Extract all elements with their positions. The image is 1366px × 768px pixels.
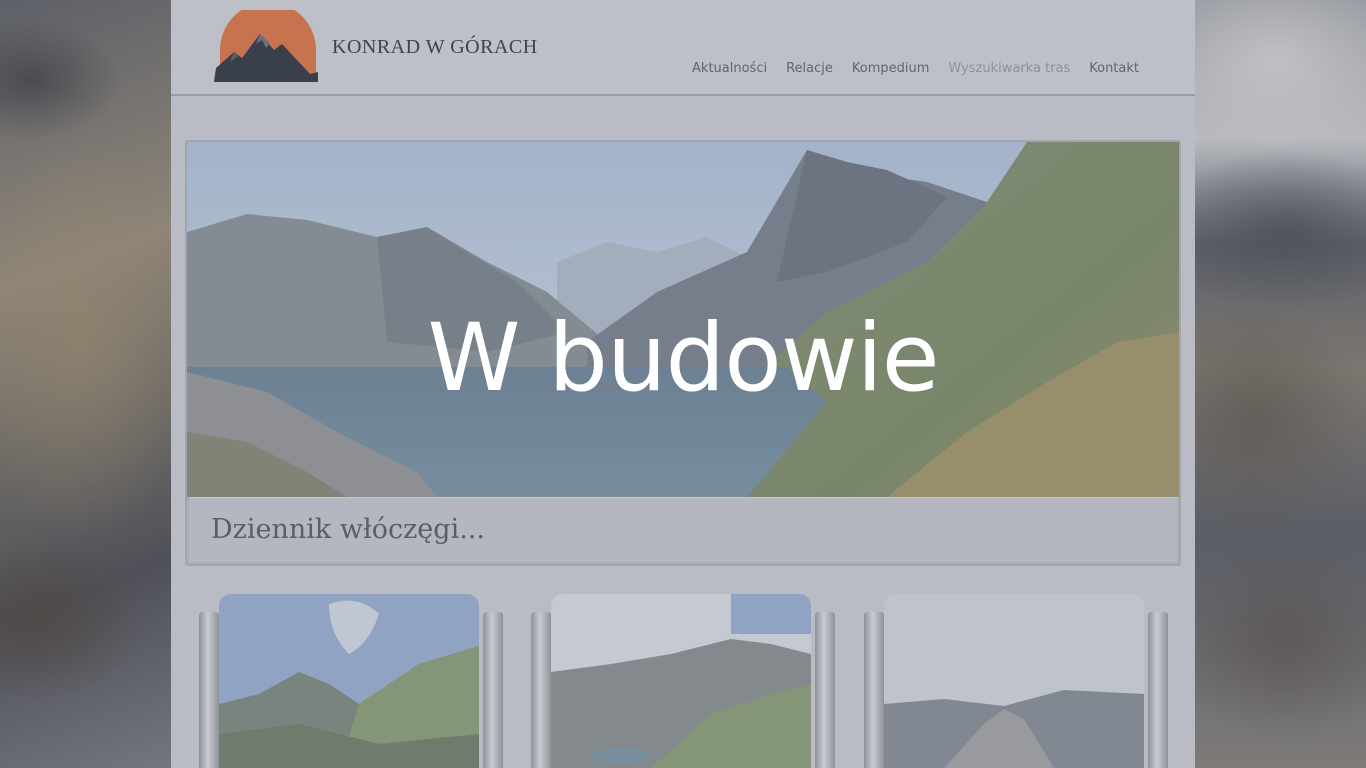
hero-subtitle: Dziennik włóczęgi... xyxy=(211,514,485,545)
nav-item-relacje[interactable]: Relacje xyxy=(786,61,833,76)
site-logo-icon[interactable] xyxy=(212,10,320,82)
card-thumbnail-2[interactable] xyxy=(551,594,811,768)
hero-heading: W budowie xyxy=(427,304,939,413)
nav-item-aktualnosci[interactable]: Aktualności xyxy=(692,61,767,76)
trip-card-3[interactable] xyxy=(864,594,1168,768)
card-frame-left xyxy=(864,612,884,768)
mountain-photo-icon xyxy=(551,594,811,768)
card-frame-right xyxy=(483,612,503,768)
card-frame-left xyxy=(199,612,219,768)
card-frame-left xyxy=(531,612,551,768)
trip-card-1[interactable] xyxy=(199,594,503,768)
mountain-photo-icon xyxy=(219,594,479,768)
page-container: KONRAD W GÓRACH Aktualności Relacje Komp… xyxy=(171,0,1195,768)
nav-item-kontakt[interactable]: Kontakt xyxy=(1089,61,1139,76)
card-frame-right xyxy=(815,612,835,768)
site-title[interactable]: KONRAD W GÓRACH xyxy=(332,36,538,59)
background-rock-right xyxy=(1195,0,1366,768)
nav-item-kompedium[interactable]: Kompedium xyxy=(852,61,930,76)
hero-banner: W budowie Dziennik włóczęgi... xyxy=(185,140,1181,566)
main-navigation: Aktualności Relacje Kompedium Wyszukiwar… xyxy=(692,61,1139,76)
background-rock-left xyxy=(0,0,171,768)
site-header: KONRAD W GÓRACH Aktualności Relacje Komp… xyxy=(171,0,1195,96)
card-thumbnail-3[interactable] xyxy=(884,594,1144,768)
trip-card-2[interactable] xyxy=(531,594,835,768)
hero-subtitle-bar: Dziennik włóczęgi... xyxy=(189,497,1177,562)
card-thumbnail-1[interactable] xyxy=(219,594,479,768)
card-frame-right xyxy=(1148,612,1168,768)
nav-item-wyszukiwarka-tras[interactable]: Wyszukiwarka tras xyxy=(948,61,1070,76)
mountain-photo-icon xyxy=(884,594,1144,768)
